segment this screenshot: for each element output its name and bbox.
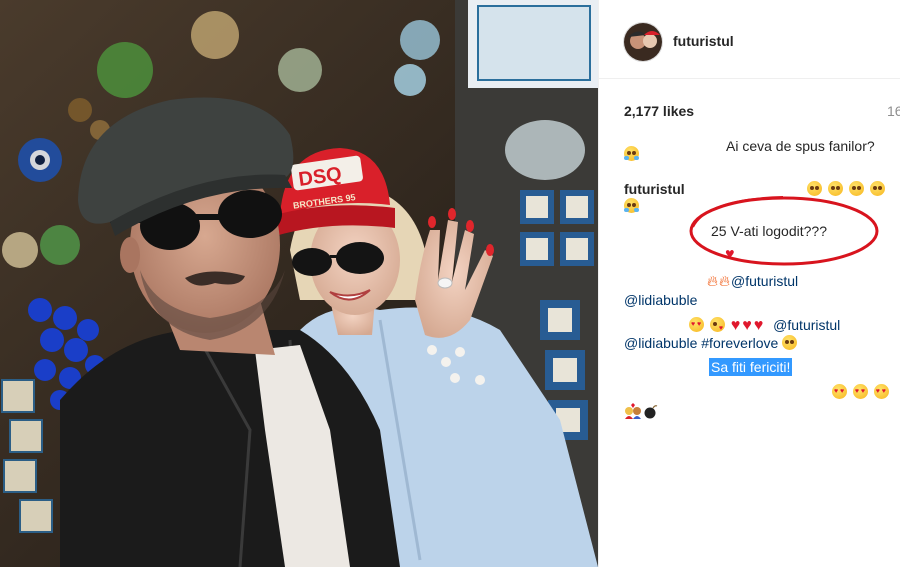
laughing-emoji-row-2 (624, 198, 641, 214)
likes-partial-text: 16 (887, 103, 900, 119)
heart-icon: ♥ (742, 317, 752, 334)
red-annotation-oval (689, 196, 879, 266)
heart-eyes-icon: ♥ ♥ (852, 384, 868, 399)
couple-bomb-line (624, 403, 658, 422)
photo-illustration: DSQ BROTHERS 95 (0, 0, 598, 567)
header-divider (599, 78, 900, 79)
selected-congrats-text: Sa fiti fericiti! (709, 358, 793, 376)
fire-icon: 🔥︎ (707, 273, 719, 290)
heart-eyes-triple: ♥ ♥ ♥ ♥ ♥ ♥ (832, 384, 891, 400)
heart-eyes-icon: ♥ ♥ (832, 384, 847, 399)
fire-icon: 🔥︎ (719, 273, 731, 290)
mention-futuristul-2[interactable]: @futuristul (773, 317, 840, 333)
mention-lidiabuble-2[interactable]: @lidiabuble (624, 335, 697, 351)
hashtag-line: @lidiabuble #foreverlove (624, 335, 799, 351)
heart-eyes-icon: ♥ ♥ (689, 317, 704, 332)
heart-icon: ♥ (730, 317, 741, 334)
post-photo[interactable]: DSQ BROTHERS 95 (0, 0, 598, 567)
kiss-icon: ♥ (709, 317, 725, 332)
laughing-icon (624, 198, 639, 213)
laughing-icon (624, 146, 639, 161)
couple-bomb-icons (625, 403, 658, 419)
post-sidebar: futuristul 2,177 likes 16 Ai ceva de spu… (598, 0, 900, 567)
profile-avatar[interactable] (623, 22, 663, 62)
likes-count[interactable]: 2,177 likes (624, 103, 694, 119)
fire-mention-line: 🔥︎🔥︎@futuristul (707, 273, 798, 290)
question-comment: Ai ceva de spus fanilor? (726, 138, 875, 154)
heart-eyes-line: ♥ ♥ ♥ ♥ ♥ ♥ @futuristul (689, 317, 840, 334)
laughing-emoji-row (624, 146, 641, 162)
post-username[interactable]: futuristul (673, 33, 734, 49)
heart-eyes-icon: ♥ ♥ (873, 384, 889, 399)
smile-icon (782, 335, 798, 350)
mention-lidiabuble[interactable]: @lidiabuble (624, 292, 697, 308)
heart-icon: ♥ (753, 317, 764, 334)
avatar-icon (624, 23, 662, 61)
commenter-username[interactable]: futuristul (624, 181, 685, 197)
hashtag-foreverlove[interactable]: #foreverlove (701, 335, 778, 351)
mention-futuristul[interactable]: @futuristul (731, 273, 798, 289)
